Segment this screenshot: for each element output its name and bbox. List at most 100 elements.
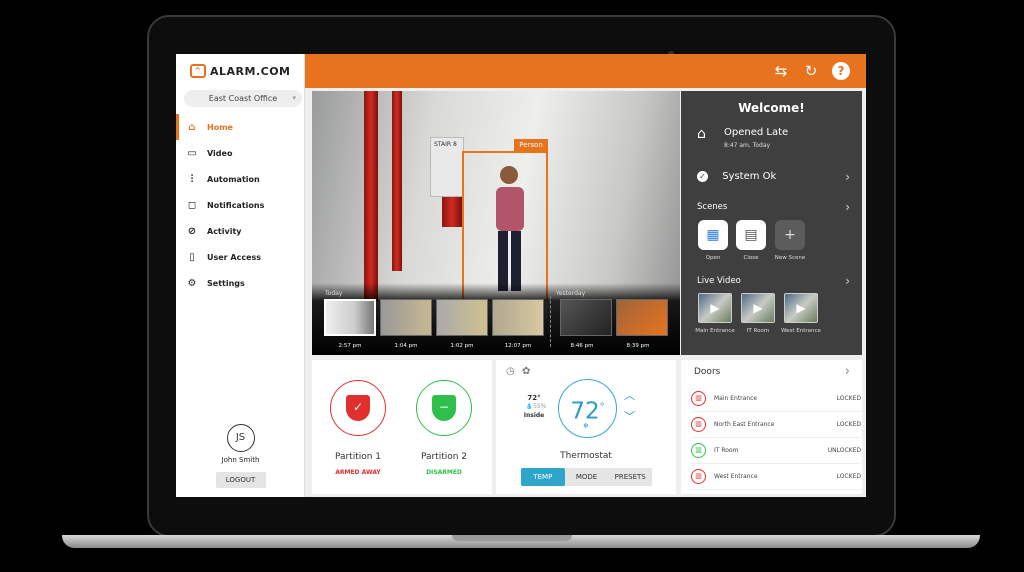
- tab-mode[interactable]: MODE: [565, 468, 609, 486]
- play-icon: ▶: [796, 301, 806, 315]
- label: User Access: [207, 252, 262, 262]
- thermostat-card: ◷ ✿ 72° 💧55% Inside 72° ❄ ︿ ﹀ Thermostat…: [496, 360, 676, 494]
- label: Activity: [207, 226, 242, 236]
- inside-label: Inside: [523, 412, 545, 419]
- video-icon: ▭: [187, 147, 197, 159]
- system-status-row[interactable]: ✓ System Ok: [697, 171, 852, 185]
- live-camera-it-room[interactable]: ▶: [741, 293, 775, 323]
- user-section: JS John Smith LOGOUT: [176, 424, 305, 488]
- sidebar-item-automation[interactable]: ⫶ Automation: [176, 166, 305, 192]
- chevron-right-icon[interactable]: ›: [845, 364, 850, 379]
- sidebar-item-video[interactable]: ▭ Video: [176, 140, 305, 166]
- clip-thumbnail[interactable]: [560, 299, 612, 336]
- live-camera-west-entrance[interactable]: ▶: [784, 293, 818, 323]
- chevron-right-icon[interactable]: ›: [845, 200, 850, 214]
- partition-1-button[interactable]: ✓: [330, 380, 386, 436]
- door-name: IT Room: [714, 447, 739, 454]
- avatar[interactable]: JS: [226, 424, 255, 452]
- live-camera-main-entrance[interactable]: ▶: [698, 293, 732, 323]
- door-locked-icon: ▥: [691, 417, 706, 432]
- clip-time: 2:57 pm: [338, 343, 362, 349]
- sidebar-item-home[interactable]: ⌂ Home: [176, 114, 305, 140]
- sliders-icon: ⫶: [190, 173, 194, 185]
- sidebar-item-activity[interactable]: ⊘ Activity: [176, 218, 305, 244]
- clip-time: 1:02 pm: [450, 343, 474, 349]
- partitions-card: ✓ − Partition 1 Partition 2 ARMED AWAY D…: [312, 360, 492, 494]
- thermostat-title: Thermostat: [560, 451, 612, 461]
- switch-icon[interactable]: ⇆: [772, 62, 790, 80]
- camera-label: Main Entrance: [695, 328, 735, 334]
- new-scene-button[interactable]: +: [775, 220, 805, 250]
- event-title: Opened Late: [724, 127, 789, 138]
- clip-time: 1:04 pm: [394, 343, 418, 349]
- fan-icon[interactable]: ✿: [522, 366, 530, 377]
- event-time: 8:47 am, Today: [724, 142, 771, 149]
- clip-time: 8:39 pm: [626, 343, 650, 349]
- tab-temp[interactable]: TEMP: [521, 468, 565, 486]
- partition-name: Partition 2: [420, 452, 468, 462]
- door-row[interactable]: ▥ West Entrance LOCKED: [691, 464, 861, 490]
- clip-thumbnail[interactable]: [616, 299, 668, 336]
- user-name: John Smith: [221, 456, 260, 464]
- scene-label: Close: [743, 255, 759, 261]
- clip-time: 12:07 pm: [504, 343, 532, 349]
- schedule-icon[interactable]: ◷: [506, 366, 515, 377]
- welcome-panel: Welcome! ⌂ Opened Late 8:47 am, Today ✓ …: [681, 91, 862, 355]
- sidebar-item-user-access[interactable]: ▯ User Access: [176, 244, 305, 270]
- logo-text: ALARM.COM: [210, 64, 291, 78]
- top-bar: ⇆ ↻ ?: [305, 54, 866, 88]
- sidebar-nav: ⌂ Home ▭ Video ⫶ Automation ◻ Notifications …: [176, 114, 305, 296]
- camera-label: IT Room: [746, 328, 770, 334]
- door-row[interactable]: ▥ North East Entrance LOCKED: [691, 412, 861, 438]
- shield-armed-icon: ✓: [346, 395, 370, 421]
- label: Automation: [207, 174, 260, 184]
- chevron-right-icon[interactable]: ›: [845, 274, 850, 288]
- partition-status: ARMED AWAY: [335, 469, 381, 476]
- clip-thumbnail[interactable]: [492, 299, 544, 336]
- video-player[interactable]: STAIR 8 Person Today Yesterday 2:57 pm 1…: [312, 91, 680, 355]
- clip-thumbnail[interactable]: [324, 299, 376, 336]
- location-select[interactable]: East Coast Office ▾: [184, 90, 302, 107]
- temp-down-button[interactable]: ﹀: [624, 408, 635, 424]
- app-screen: ^ ALARM.COM East Coast Office ▾ ⌂ Home ▭ Vid…: [176, 54, 866, 497]
- help-icon[interactable]: ?: [832, 62, 850, 80]
- tab-presets[interactable]: PRESETS: [608, 468, 652, 486]
- door-status: LOCKED: [836, 421, 861, 428]
- door-name: Main Entrance: [714, 395, 758, 402]
- label: Video: [207, 148, 233, 158]
- laptop-notch: [452, 535, 572, 541]
- partition-2-button[interactable]: −: [416, 380, 472, 436]
- scene-open-button[interactable]: ▦: [698, 220, 728, 250]
- notification-icon: ◻: [187, 199, 197, 211]
- label: Home: [207, 122, 233, 132]
- door-locked-icon: ▥: [691, 391, 706, 406]
- door-row[interactable]: ▥ IT Room UNLOCKED: [691, 438, 861, 464]
- door-name: North East Entrance: [714, 421, 775, 428]
- logo[interactable]: ^ ALARM.COM: [190, 64, 291, 78]
- sidebar-item-notifications[interactable]: ◻ Notifications: [176, 192, 305, 218]
- chevron-right-icon[interactable]: ›: [845, 170, 850, 184]
- detection-label: Person: [514, 139, 548, 151]
- scene-close-button[interactable]: ▤: [736, 220, 766, 250]
- clip-thumbnail[interactable]: [380, 299, 432, 336]
- partition-name: Partition 1: [334, 452, 382, 462]
- check-icon: ✓: [697, 171, 708, 182]
- detection-box: [462, 151, 548, 301]
- temp-up-button[interactable]: ︿: [624, 387, 635, 403]
- logout-button[interactable]: LOGOUT: [215, 472, 266, 488]
- humidity: 💧55%: [525, 403, 547, 410]
- scenes-label: Scenes: [697, 202, 728, 212]
- sidebar-item-settings[interactable]: ⚙ Settings: [176, 270, 305, 296]
- camera-label: West Entrance: [781, 328, 821, 334]
- sidebar: ^ ALARM.COM East Coast Office ▾ ⌂ Home ▭ Vid…: [176, 54, 305, 497]
- gear-icon: ⚙: [187, 277, 197, 289]
- shield-disarmed-icon: −: [432, 395, 456, 421]
- refresh-icon[interactable]: ↻: [802, 62, 820, 80]
- door-name: West Entrance: [714, 473, 758, 480]
- wall-sign: STAIR 8: [430, 137, 464, 197]
- clip-thumbnail[interactable]: [436, 299, 488, 336]
- logo-icon: ^: [190, 64, 206, 78]
- door-status: UNLOCKED: [827, 447, 861, 454]
- door-row[interactable]: ▥ Main Entrance LOCKED: [691, 386, 861, 412]
- thermostat-tabs: TEMP MODE PRESETS: [521, 468, 652, 486]
